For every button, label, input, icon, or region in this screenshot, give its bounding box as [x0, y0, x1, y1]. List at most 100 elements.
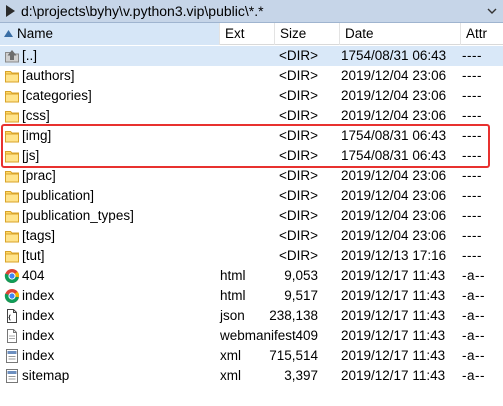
file-size: <DIR>	[278, 128, 318, 143]
file-name: [img]	[22, 128, 52, 143]
file-name: index	[22, 308, 55, 323]
file-date: 2019/12/17 11:43	[341, 268, 446, 283]
file-name: [..]	[22, 48, 38, 63]
folder-icon	[4, 148, 20, 164]
file-row[interactable]: index xml 715,514 2019/12/17 11:43 -a--	[0, 346, 503, 366]
file-date: 2019/12/17 11:43	[341, 308, 446, 323]
column-attr[interactable]: Attr	[461, 23, 503, 45]
column-date-label: Date	[345, 26, 374, 41]
xml-file-icon	[4, 368, 20, 384]
file-date: 2019/12/17 11:43	[341, 368, 446, 383]
file-row[interactable]: sitemap xml 3,397 2019/12/17 11:43 -a--	[0, 366, 503, 386]
file-date: 2019/12/04 23:06	[341, 168, 447, 183]
file-name: [publication_types]	[22, 208, 134, 223]
column-size[interactable]: Size	[275, 23, 340, 45]
file-ext: webmanifest	[220, 328, 296, 343]
file-row[interactable]: index webmanifest 409 2019/12/17 11:43 -a--	[0, 326, 503, 346]
file-date: 2019/12/04 23:06	[341, 188, 447, 203]
file-attr: -a--	[462, 268, 485, 283]
file-row[interactable]: index html 9,517 2019/12/17 11:43 -a--	[0, 286, 503, 306]
column-name[interactable]: Name	[0, 23, 220, 45]
folder-row[interactable]: [authors] <DIR> 2019/12/04 23:06 ----	[0, 66, 503, 86]
file-attr: -a--	[462, 348, 485, 363]
file-size: 9,517	[284, 288, 318, 303]
file-name: [js]	[22, 148, 40, 163]
file-ext: json	[220, 308, 245, 323]
chevron-down-icon[interactable]	[485, 4, 499, 18]
file-attr: -a--	[462, 328, 485, 343]
column-date[interactable]: Date	[340, 23, 461, 45]
column-ext-label: Ext	[225, 26, 245, 41]
folder-row[interactable]: [tags] <DIR> 2019/12/04 23:06 ----	[0, 226, 503, 246]
file-size: <DIR>	[278, 108, 318, 123]
file-size: <DIR>	[278, 148, 318, 163]
file-attr: -a--	[462, 308, 485, 323]
file-ext: html	[220, 268, 246, 283]
file-size: <DIR>	[278, 188, 318, 203]
folder-icon	[4, 208, 20, 224]
file-name: [authors]	[22, 68, 75, 83]
file-date: 2019/12/17 11:43	[341, 348, 446, 363]
file-attr: -a--	[462, 368, 485, 383]
folder-row[interactable]: [prac] <DIR> 2019/12/04 23:06 ----	[0, 166, 503, 186]
file-date: 2019/12/04 23:06	[341, 228, 447, 243]
file-attr: -a--	[462, 288, 485, 303]
file-row[interactable]: index json 238,138 2019/12/17 11:43 -a--	[0, 306, 503, 326]
folder-row[interactable]: [tut] <DIR> 2019/12/13 17:16 ----	[0, 246, 503, 266]
file-size: <DIR>	[278, 88, 318, 103]
file-attr: ----	[462, 148, 482, 163]
file-date: 2019/12/04 23:06	[341, 208, 447, 223]
file-name: sitemap	[22, 368, 70, 383]
column-header: Name Ext Size Date Attr	[0, 23, 503, 45]
file-name: [prac]	[22, 168, 56, 183]
file-attr: ----	[462, 248, 482, 263]
file-size: <DIR>	[278, 208, 318, 223]
folder-row[interactable]: [categories] <DIR> 2019/12/04 23:06 ----	[0, 86, 503, 106]
folder-icon	[4, 88, 20, 104]
folder-icon	[4, 168, 20, 184]
file-name: [tags]	[22, 228, 56, 243]
chrome-icon	[4, 288, 20, 304]
file-date: 2019/12/04 23:06	[341, 108, 447, 123]
file-date: 1754/08/31 06:43	[341, 128, 447, 143]
file-date: 2019/12/04 23:06	[341, 88, 447, 103]
folder-icon	[4, 248, 20, 264]
path-bar[interactable]: d:\projects\byhy\v.python3.vip\public\*.…	[0, 0, 503, 23]
triangle-icon	[6, 5, 15, 17]
file-date: 2019/12/13 17:16	[341, 248, 447, 263]
file-attr: ----	[462, 48, 482, 63]
file-size: <DIR>	[278, 228, 318, 243]
file-size: <DIR>	[278, 48, 318, 63]
file-size: 409	[295, 328, 318, 343]
folder-row[interactable]: [img] <DIR> 1754/08/31 06:43 ----	[0, 126, 503, 146]
file-attr: ----	[462, 68, 482, 83]
file-attr: ----	[462, 128, 482, 143]
file-ext: xml	[220, 368, 241, 383]
file-attr: ----	[462, 88, 482, 103]
folder-icon	[4, 68, 20, 84]
file-name: 404	[22, 268, 45, 283]
column-ext[interactable]: Ext	[220, 23, 275, 45]
file-attr: ----	[462, 108, 482, 123]
file-attr: ----	[462, 188, 482, 203]
folder-row[interactable]: [..] <DIR> 1754/08/31 06:43 ----	[0, 46, 503, 66]
folder-row[interactable]: [publication_types] <DIR> 2019/12/04 23:06…	[0, 206, 503, 226]
file-name: [categories]	[22, 88, 92, 103]
folder-row[interactable]: [js] <DIR> 1754/08/31 06:43 ----	[0, 146, 503, 166]
json-file-icon	[4, 308, 20, 324]
folder-row[interactable]: [publication] <DIR> 2019/12/04 23:06 ----	[0, 186, 503, 206]
file-row[interactable]: 404 html 9,053 2019/12/17 11:43 -a--	[0, 266, 503, 286]
file-date: 2019/12/04 23:06	[341, 68, 447, 83]
file-name: [publication]	[22, 188, 95, 203]
file-name: index	[22, 328, 55, 343]
file-size: <DIR>	[278, 68, 318, 83]
file-date: 1754/08/31 06:43	[341, 48, 447, 63]
file-size: 715,514	[269, 348, 318, 363]
column-size-label: Size	[280, 26, 307, 41]
column-name-label: Name	[17, 26, 54, 41]
file-name: [css]	[22, 108, 50, 123]
file-size: <DIR>	[278, 168, 318, 183]
file-date: 1754/08/31 06:43	[341, 148, 447, 163]
file-name: index	[22, 288, 55, 303]
folder-row[interactable]: [css] <DIR> 2019/12/04 23:06 ----	[0, 106, 503, 126]
